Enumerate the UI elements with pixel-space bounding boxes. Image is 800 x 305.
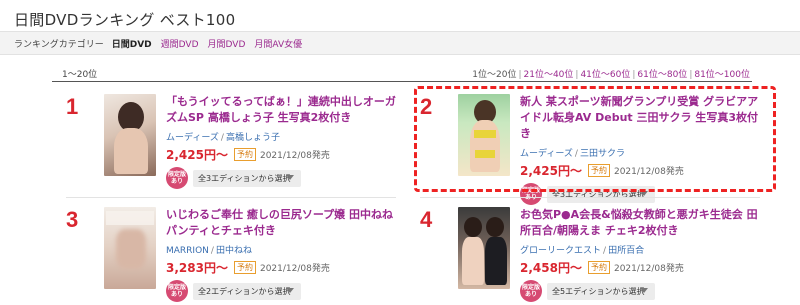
price: 2,458円〜 [520,261,582,275]
chevron-down-icon [286,287,294,293]
maker-link[interactable]: MARRION [166,246,209,256]
category-monthly-dvd[interactable]: 月間DVD [208,37,246,50]
page-title: 日間DVDランキング ベスト100 [14,11,236,29]
chevron-down-icon [286,174,294,180]
price: 2,425円〜 [166,148,228,162]
highlight-annotation [414,86,776,192]
pager-separator: | [632,70,636,80]
release-date: 2021/12/08発売 [613,264,684,274]
rank-number: 4 [420,207,433,232]
pager-separator: | [575,70,579,80]
pager-separator: | [518,70,522,80]
category-monthly-actress[interactable]: 月間AV女優 [254,37,302,50]
product-cover-image[interactable] [104,94,156,176]
chevron-down-icon [640,287,648,293]
edition-select[interactable]: 全5エディションから選択 [547,282,655,300]
pager-link-1[interactable]: 1位〜20位 [472,70,516,80]
preorder-badge: 予約 [587,261,610,274]
ranking-item: 1 「もうイッてるってばぁ！」連続中出しオーガズムSP 高橋しょう子 生写真2枚… [66,94,406,194]
category-weekly-dvd[interactable]: 週間DVD [161,37,199,50]
pager-link-81[interactable]: 81位〜100位 [694,70,750,80]
product-cover-image[interactable] [458,207,510,289]
preorder-badge: 予約 [233,261,256,274]
ranking-item: 3 いじわるご奉仕 癒しの巨尻ソープ嬢 田中ねね パンティとチェキ付き MARR… [66,207,406,305]
limited-edition-badge: 限定版あり [520,280,542,302]
pager-link-61[interactable]: 61位〜80位 [637,70,687,80]
preorder-badge: 予約 [233,148,256,161]
rank-number: 3 [66,207,79,232]
edition-select-label: 全5エディションから選択 [552,286,645,296]
product-title-link[interactable]: 「もうイッてるってばぁ！」連続中出しオーガズムSP 高橋しょう子 生写真2枚付き [166,94,406,126]
pager-link-21[interactable]: 21位〜40位 [524,70,574,80]
actress-link[interactable]: 高橋しょう子 [226,133,280,143]
maker-link[interactable]: ムーディーズ [166,133,219,143]
product-cover-image[interactable] [104,207,156,289]
release-date: 2021/12/08発売 [259,264,330,274]
product-title-link[interactable]: お色気P●A会長&悩殺女教師と悪ガキ生徒会 田所百合/朝陽えま チェキ2枚付き [520,207,760,239]
range-divider [52,81,752,82]
range-label: 1〜20位 [62,70,98,80]
row-divider [420,197,760,198]
limited-edition-badge: 限定版あり [166,280,188,302]
release-date: 2021/12/08発売 [259,151,330,161]
category-bar: ランキングカテゴリー 日間DVD 週間DVD 月間DVD 月間AV女優 [0,31,800,55]
actress-link[interactable]: 田所百合 [608,246,644,256]
edition-select[interactable]: 全2エディションから選択 [193,282,301,300]
maker-link[interactable]: グローリークエスト [520,246,601,256]
pager-link-41[interactable]: 41位〜60位 [580,70,630,80]
category-label: ランキングカテゴリー [14,39,104,50]
row-divider [66,197,396,198]
price: 3,283円〜 [166,261,228,275]
edition-select[interactable]: 全3エディションから選択 [193,169,301,187]
product-title-link[interactable]: いじわるご奉仕 癒しの巨尻ソープ嬢 田中ねね パンティとチェキ付き [166,207,406,239]
edition-select-label: 全2エディションから選択 [198,286,291,296]
actress-link[interactable]: 田中ねね [216,246,252,256]
category-daily-dvd[interactable]: 日間DVD [112,37,152,50]
rank-number: 1 [66,94,79,119]
ranking-item: 4 お色気P●A会長&悩殺女教師と悪ガキ生徒会 田所百合/朝陽えま チェキ2枚付… [420,207,760,305]
pager-separator: | [689,70,693,80]
rank-pager: 1位〜20位 | 21位〜40位 | 41位〜60位 | 61位〜80位 | 81位〜100位 [472,67,750,80]
edition-select-label: 全3エディションから選択 [198,173,291,183]
limited-edition-badge: 限定版あり [166,167,188,189]
